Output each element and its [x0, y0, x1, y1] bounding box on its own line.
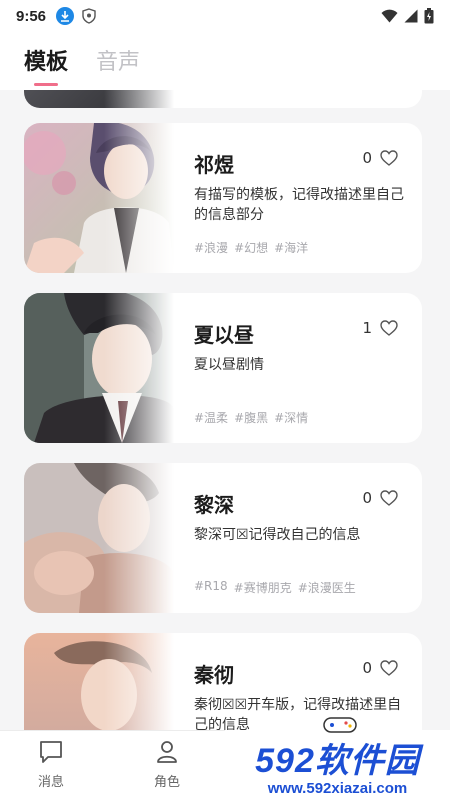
card-title: 祁煜	[194, 153, 234, 177]
like-button[interactable]: 0	[362, 149, 398, 167]
card-title: 夏以昼	[194, 323, 254, 347]
tag: #幻想	[234, 241, 269, 255]
tab-templates-label: 模板	[24, 50, 69, 75]
tag: #R18	[194, 579, 228, 593]
card-tags: #浪漫 #幻想 #海洋	[194, 239, 308, 256]
tag: #海洋	[274, 241, 309, 255]
card-avatar	[24, 90, 174, 108]
card-title: 秦彻	[194, 663, 234, 687]
list-item-partial[interactable]	[24, 90, 422, 108]
wifi-icon	[381, 9, 398, 23]
tab-templates[interactable]: 模板	[24, 44, 68, 86]
card-description: 夏以昼剧情	[194, 357, 264, 373]
heart-icon	[380, 320, 398, 336]
card-description: 有描写的模板，记得改描述里自己的信息部分	[194, 187, 404, 223]
card-avatar	[24, 463, 174, 613]
card-tags: #R18 #赛博朋克 #浪漫医生	[194, 579, 356, 596]
card-tags: #温柔 #腹黑 #深情	[194, 409, 308, 426]
list-item[interactable]: 黎深 0 黎深可☒记得改自己的信息 #R18 #赛博朋克 #浪漫医生	[24, 463, 422, 613]
tag: #赛博朋克	[233, 581, 292, 595]
card-avatar	[24, 633, 174, 730]
watermark-logo-text: 软件园	[314, 741, 420, 781]
like-count: 0	[362, 149, 372, 167]
like-button[interactable]: 0	[362, 659, 398, 677]
watermark-url: www.592xiazai.com	[267, 780, 408, 797]
status-indicators	[381, 8, 434, 24]
card-description: 秦彻☒☒开车版，记得改描述里自己的信息	[194, 697, 402, 730]
list-item[interactable]: 祁煜 0 有描写的模板，记得改描述里自己的信息部分 #浪漫 #幻想 #海洋	[24, 123, 422, 273]
list-item[interactable]: 秦彻 0 秦彻☒☒开车版，记得改描述里自己的信息	[24, 633, 422, 730]
like-count: 1	[362, 319, 372, 337]
heart-icon	[380, 490, 398, 506]
like-button[interactable]: 0	[362, 489, 398, 507]
download-notification-icon	[56, 7, 75, 25]
battery-icon	[424, 8, 434, 24]
nav-characters-label: 角色	[154, 775, 181, 790]
active-tab-indicator	[34, 83, 58, 86]
tag: #浪漫	[194, 241, 229, 255]
status-time: 9:56	[16, 7, 47, 25]
like-button[interactable]: 1	[362, 319, 398, 337]
tag: #浪漫医生	[297, 581, 356, 595]
card-avatar	[24, 293, 174, 443]
person-icon	[157, 741, 177, 763]
top-tab-bar: 模板 音声	[0, 32, 450, 90]
like-count: 0	[362, 659, 372, 677]
message-icon	[40, 741, 62, 763]
watermark-logo-num: 592	[255, 742, 315, 780]
tag: #腹黑	[234, 411, 269, 425]
card-title: 黎深	[194, 493, 234, 517]
watermark: 592软件园 www.592xiazai.com	[225, 717, 450, 800]
gamepad-icon	[323, 717, 357, 733]
list-item[interactable]: 夏以昼 1 夏以昼剧情 #温柔 #腹黑 #深情	[24, 293, 422, 443]
tag: #温柔	[194, 411, 229, 425]
signal-icon	[404, 9, 418, 23]
card-avatar	[24, 123, 174, 273]
status-bar: 9:56	[0, 0, 450, 32]
nav-characters[interactable]: 角色	[154, 739, 180, 790]
nav-messages-label: 消息	[38, 775, 65, 790]
like-count: 0	[362, 489, 372, 507]
shield-notification-icon	[82, 8, 96, 24]
tab-voices-label: 音声	[96, 50, 141, 75]
watermark-logo: 592软件园	[255, 733, 420, 782]
tag: #深情	[274, 411, 309, 425]
nav-messages[interactable]: 消息	[38, 739, 64, 790]
card-description: 黎深可☒记得改自己的信息	[194, 527, 361, 543]
heart-icon	[380, 660, 398, 676]
tab-voices[interactable]: 音声	[96, 44, 140, 86]
heart-icon	[380, 150, 398, 166]
template-list[interactable]: 祁煜 0 有描写的模板，记得改描述里自己的信息部分 #浪漫 #幻想 #海洋 夏以…	[0, 90, 450, 730]
